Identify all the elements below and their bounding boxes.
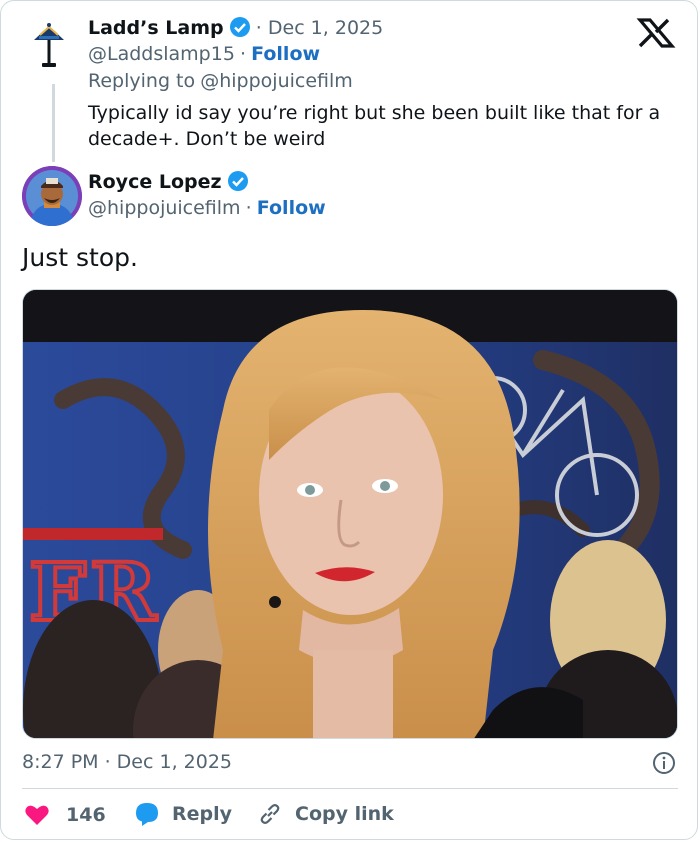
copy-link-action[interactable]: Copy link <box>257 801 394 827</box>
link-icon[interactable] <box>257 801 283 827</box>
verified-icon <box>227 171 248 191</box>
parent-date[interactable]: · Dec 1, 2025 <box>256 17 383 39</box>
replying-to-label: Replying to <box>88 70 196 92</box>
action-divider <box>22 788 678 789</box>
parent-text-line-2: decade+. Don’t be weird <box>88 128 326 150</box>
main-follow-button[interactable]: Follow <box>257 197 326 219</box>
parent-handle[interactable]: @Laddslamp15 <box>88 43 235 65</box>
thread-connector-line <box>52 84 55 162</box>
reply-icon[interactable] <box>134 801 160 827</box>
reply-label[interactable]: Reply <box>172 803 232 825</box>
tweet-timestamp[interactable]: 8:27 PM · Dec 1, 2025 <box>22 751 232 773</box>
like-count[interactable]: 146 <box>66 804 106 826</box>
x-logo-icon[interactable] <box>634 18 678 48</box>
main-author-name[interactable]: Royce Lopez <box>88 171 222 193</box>
parent-text-line-1: Typically id say you’re right but she be… <box>88 102 661 124</box>
like-action[interactable]: 146 <box>24 803 106 827</box>
lamp-avatar-icon[interactable] <box>30 18 68 72</box>
parent-follow-button[interactable]: Follow <box>251 43 320 65</box>
dot-separator: · <box>240 43 247 65</box>
tweet-media-photo[interactable]: ER <box>22 289 678 739</box>
parent-handle-row: @Laddslamp15 · Follow <box>88 43 320 65</box>
parent-tweet-text: Typically id say you’re right but she be… <box>88 100 678 152</box>
replying-to-line: Replying to @hippojuicefilm <box>88 70 353 92</box>
main-handle-row: @hippojuicefilm · Follow <box>88 197 326 219</box>
main-handle[interactable]: @hippojuicefilm <box>88 197 241 219</box>
parent-author-name[interactable]: Ladd’s Lamp <box>88 17 224 39</box>
photo-illustration: ER <box>23 290 677 738</box>
replying-to-handle[interactable]: @hippojuicefilm <box>200 70 353 92</box>
info-icon[interactable] <box>652 751 676 775</box>
copy-link-label[interactable]: Copy link <box>295 803 394 825</box>
avatar[interactable] <box>22 166 82 226</box>
reply-action[interactable]: Reply <box>134 801 232 827</box>
dot-separator: · <box>245 197 252 219</box>
parent-tweet-header: Ladd’s Lamp · Dec 1, 2025 <box>88 16 383 39</box>
heart-icon[interactable] <box>24 803 50 827</box>
main-tweet-header: Royce Lopez <box>88 170 249 193</box>
verified-icon <box>229 17 250 37</box>
main-tweet-text: Just stop. <box>22 243 138 272</box>
